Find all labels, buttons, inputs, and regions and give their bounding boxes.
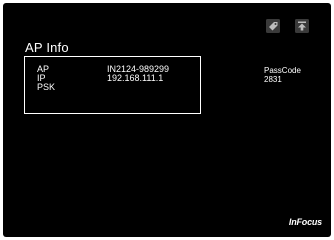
info-row-ip: IP 192.168.111.1 [37,74,163,83]
passcode-value: 2831 [264,75,282,84]
ap-label: AP [37,64,50,74]
psk-label: PSK [37,82,56,92]
info-row-psk: PSK [37,83,107,92]
page-title: AP Info [25,40,69,55]
move-to-top-icon[interactable] [294,18,310,34]
brand-logo: InFocus [288,217,322,227]
ap-info-panel: AP IN2124-989299 IP 192.168.111.1 PSK [24,56,201,114]
passcode-label: PassCode [264,66,301,75]
ip-value: 192.168.111.1 [107,73,164,83]
projector-screen: AP Info AP IN2124-989299 IP 192.168.111.1 … [3,3,331,237]
tag-icon[interactable] [265,18,281,34]
